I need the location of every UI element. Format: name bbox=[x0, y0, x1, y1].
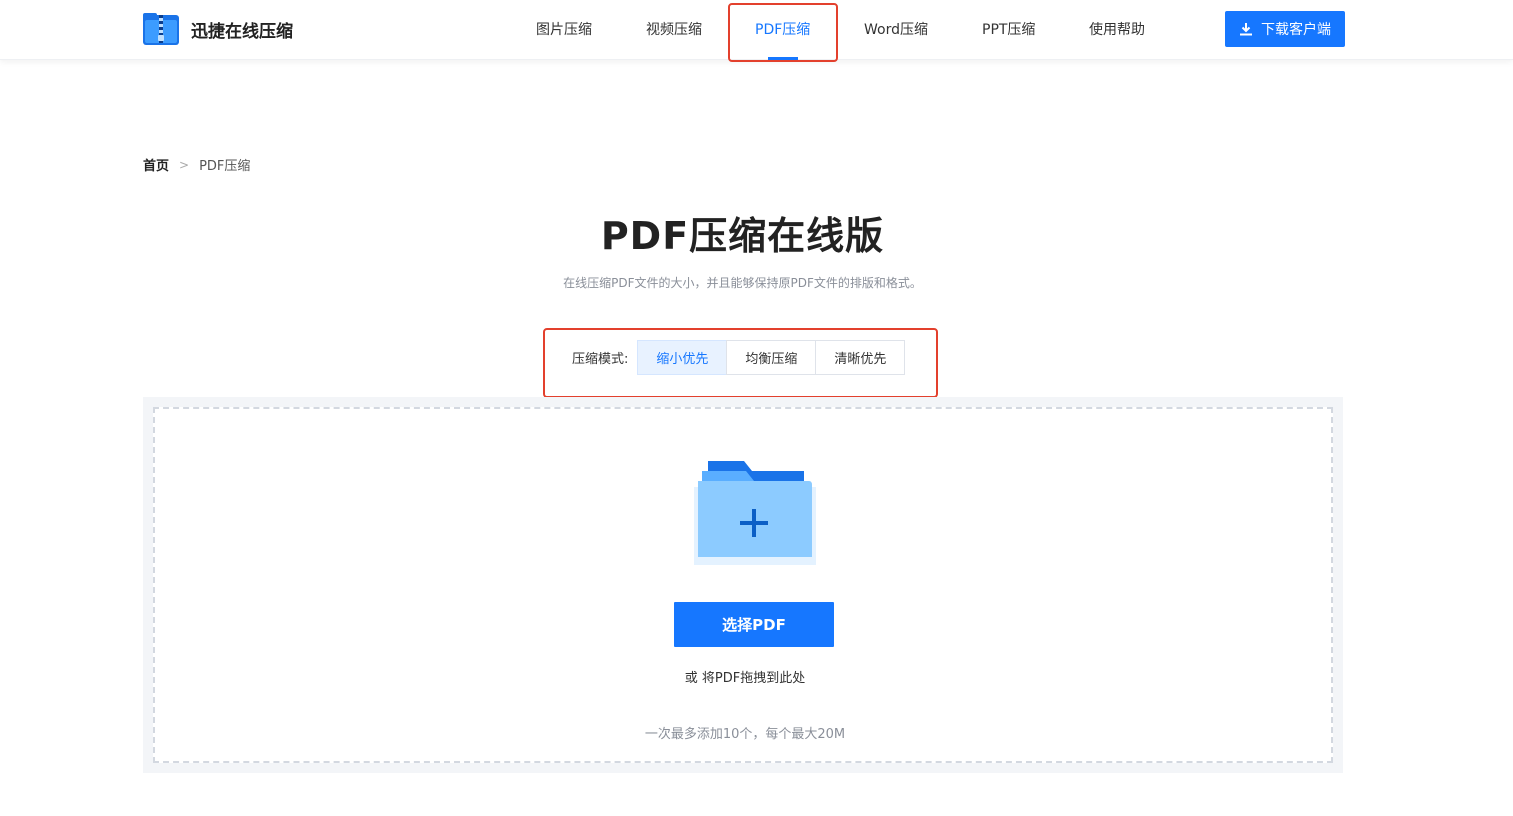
compression-mode-selector: 压缩模式: 缩小优先 均衡压缩 清晰优先 bbox=[572, 340, 906, 375]
mode-option-balanced[interactable]: 均衡压缩 bbox=[726, 340, 817, 375]
chevron-right-icon: > bbox=[179, 157, 190, 172]
breadcrumb-current: PDF压缩 bbox=[199, 159, 251, 174]
nav-item-video-compress[interactable]: 视频压缩 bbox=[646, 0, 702, 60]
page-title: PDF压缩在线版 bbox=[600, 214, 885, 258]
breadcrumb-home[interactable]: 首页 bbox=[143, 155, 169, 174]
nav-item-help[interactable]: 使用帮助 bbox=[1089, 0, 1145, 60]
upload-limit-text: 一次最多添加10个，每个最大20M bbox=[644, 727, 846, 742]
choose-pdf-button[interactable]: 选择PDF bbox=[674, 602, 834, 647]
drop-zone[interactable]: 选择PDF 或 将PDF拖拽到此处 一次最多添加10个，每个最大20M bbox=[153, 407, 1333, 763]
upload-area: 选择PDF 或 将PDF拖拽到此处 一次最多添加10个，每个最大20M bbox=[143, 397, 1343, 773]
breadcrumb: 首页 > PDF压缩 bbox=[143, 155, 251, 175]
folder-add-icon[interactable] bbox=[694, 461, 816, 565]
brand-logo[interactable]: 迅捷在线压缩 bbox=[143, 13, 293, 45]
download-button-label: 下载客户端 bbox=[1261, 22, 1331, 38]
nav-item-pdf-compress[interactable]: PDF压缩 bbox=[755, 0, 810, 60]
brand-name: 迅捷在线压缩 bbox=[191, 21, 293, 42]
nav-item-word-compress[interactable]: Word压缩 bbox=[864, 0, 928, 60]
download-client-button[interactable]: 下载客户端 bbox=[1225, 11, 1345, 47]
mode-option-smallest[interactable]: 缩小优先 bbox=[637, 340, 728, 375]
active-tab-indicator bbox=[767, 57, 798, 60]
download-icon bbox=[1240, 23, 1252, 36]
top-header: 迅捷在线压缩 图片压缩 视频压缩 PDF压缩 Word压缩 PPT压缩 使用帮助… bbox=[0, 0, 1513, 60]
compression-mode-label: 压缩模式: bbox=[572, 352, 629, 367]
nav-item-image-compress[interactable]: 图片压缩 bbox=[536, 0, 592, 60]
page-subtitle: 在线压缩PDF文件的大小，并且能够保持原PDF文件的排版和格式。 bbox=[563, 276, 922, 290]
nav-item-label: PDF压缩 bbox=[755, 22, 811, 38]
nav-item-ppt-compress[interactable]: PPT压缩 bbox=[982, 0, 1035, 60]
zip-file-icon bbox=[143, 13, 179, 45]
drag-hint-text: 或 将PDF拖拽到此处 bbox=[684, 671, 806, 686]
mode-option-clarity[interactable]: 清晰优先 bbox=[815, 340, 906, 375]
